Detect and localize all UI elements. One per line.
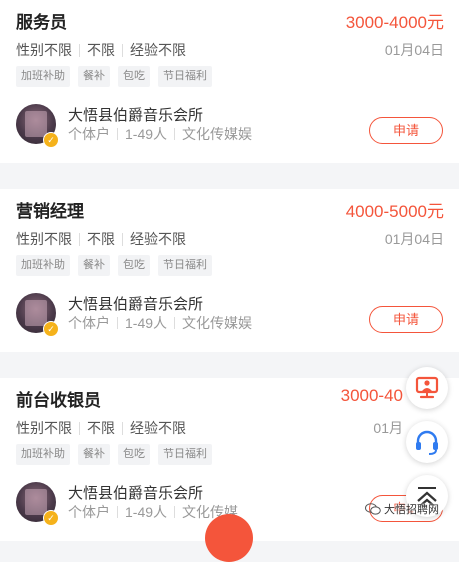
divider (117, 506, 118, 518)
divider (79, 232, 80, 246)
job-card[interactable]: 营销经理 4000-5000元 性别不限 不限 经验不限 01月04日 加班补助… (0, 189, 459, 352)
post-date: 01月 (373, 420, 403, 436)
benefit-tag: 节日福利 (158, 255, 212, 276)
education-requirement: 不限 (87, 420, 115, 436)
benefit-tag: 餐补 (78, 66, 110, 87)
benefit-tag: 包吃 (118, 444, 150, 465)
benefit-tag: 加班补助 (16, 444, 70, 465)
company-name: 大悟县伯爵音乐会所 (68, 485, 204, 502)
wechat-icon (365, 503, 381, 515)
benefit-tags: 加班补助 餐补 包吃 节日福利 (16, 66, 212, 87)
job-salary: 4000-5000元 (345, 202, 444, 221)
company-size: 1-49人 (125, 126, 168, 142)
company-info[interactable]: ✓ 大悟县伯爵音乐会所 个体户 1-49人 文化传媒娱 申请 (16, 104, 443, 148)
post-date: 01月04日 (384, 231, 444, 247)
benefit-tag: 加班补助 (16, 255, 70, 276)
experience-requirement: 经验不限 (130, 420, 186, 436)
divider (122, 421, 123, 435)
verified-icon: ✓ (43, 321, 59, 337)
job-requirements: 性别不限 不限 经验不限 (16, 418, 186, 438)
watermark-text: 大悟招聘网 (384, 504, 439, 516)
benefit-tags: 加班补助 餐补 包吃 节日福利 (16, 255, 212, 276)
company-meta: 个体户 1-49人 文化传媒 (68, 502, 280, 522)
post-date: 01月04日 (384, 42, 444, 58)
education-requirement: 不限 (87, 42, 115, 58)
benefit-tag: 餐补 (78, 255, 110, 276)
benefit-tag: 包吃 (118, 66, 150, 87)
job-salary: 3000-40 (340, 386, 403, 405)
company-industry: 文化传媒娱 (182, 126, 253, 142)
company-name: 大悟县伯爵音乐会所 (68, 296, 204, 313)
presentation-icon (415, 376, 439, 399)
company-meta: 个体户 1-49人 文化传媒娱 (68, 124, 280, 144)
company-type: 个体户 (68, 126, 110, 142)
divider (79, 421, 80, 435)
company-name: 大悟县伯爵音乐会所 (68, 107, 204, 124)
job-requirements: 性别不限 不限 经验不限 (16, 229, 186, 249)
headset-icon (416, 430, 438, 455)
job-card[interactable]: 服务员 3000-4000元 性别不限 不限 经验不限 01月04日 加班补助 … (0, 0, 459, 163)
experience-requirement: 经验不限 (130, 42, 186, 58)
job-salary: 3000-4000元 (345, 13, 444, 32)
apply-button[interactable]: 申请 (369, 306, 443, 333)
benefit-tag: 包吃 (118, 255, 150, 276)
company-industry: 文化传媒娱 (182, 315, 253, 331)
divider (174, 506, 176, 518)
company-info[interactable]: ✓ 大悟县伯爵音乐会所 个体户 1-49人 文化传媒娱 申请 (16, 293, 443, 337)
job-title: 营销经理 (16, 202, 84, 221)
benefit-tags: 加班补助 餐补 包吃 节日福利 (16, 444, 212, 465)
company-type: 个体户 (68, 315, 110, 331)
experience-requirement: 经验不限 (130, 231, 186, 247)
divider (79, 43, 80, 57)
customer-service-button[interactable] (406, 421, 448, 463)
gender-requirement: 性别不限 (16, 420, 72, 436)
hr-float-button[interactable] (406, 367, 448, 409)
company-size: 1-49人 (125, 315, 168, 331)
gender-requirement: 性别不限 (16, 231, 72, 247)
benefit-tag: 节日福利 (158, 444, 212, 465)
benefit-tag: 餐补 (78, 444, 110, 465)
divider (174, 128, 176, 140)
gender-requirement: 性别不限 (16, 42, 72, 58)
job-requirements: 性别不限 不限 经验不限 (16, 40, 186, 60)
divider (174, 317, 176, 329)
watermark: 大悟招聘网 (365, 501, 439, 517)
divider (122, 232, 123, 246)
divider (122, 43, 123, 57)
company-size: 1-49人 (125, 504, 168, 520)
divider (117, 128, 118, 140)
chat-bubble-button[interactable] (205, 514, 253, 562)
divider (117, 317, 118, 329)
apply-button[interactable]: 申请 (369, 117, 443, 144)
verified-icon: ✓ (43, 132, 59, 148)
benefit-tag: 加班补助 (16, 66, 70, 87)
education-requirement: 不限 (87, 231, 115, 247)
company-meta: 个体户 1-49人 文化传媒娱 (68, 313, 280, 333)
benefit-tag: 节日福利 (158, 66, 212, 87)
verified-icon: ✓ (43, 510, 59, 526)
job-list: 服务员 3000-4000元 性别不限 不限 经验不限 01月04日 加班补助 … (0, 0, 459, 541)
job-title: 服务员 (16, 13, 67, 32)
company-type: 个体户 (68, 504, 110, 520)
job-title: 前台收银员 (16, 391, 101, 410)
